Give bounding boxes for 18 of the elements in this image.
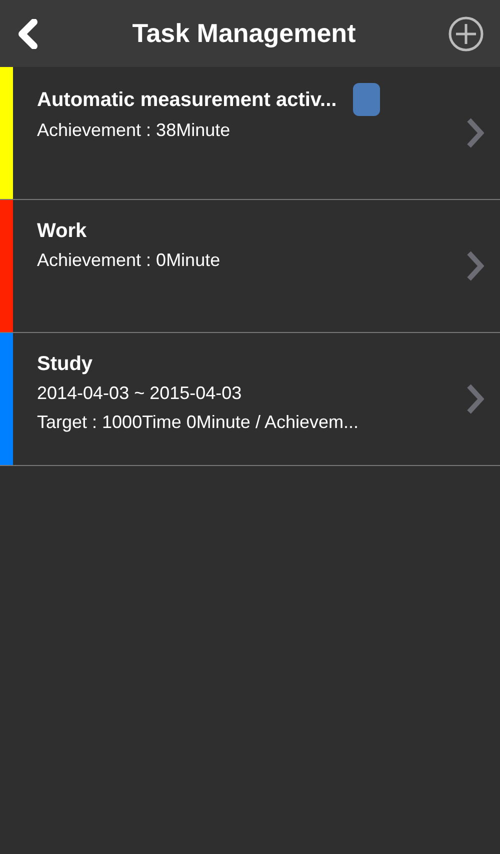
chevron-icon — [466, 117, 484, 149]
task-detail: 2014-04-03 ~ 2015-04-03 — [37, 382, 243, 405]
chevron-icon — [466, 383, 484, 415]
task-name: Work — [37, 219, 87, 244]
task-item[interactable]: Automatic measurement activ... Achievement : 38Minute — [0, 67, 500, 200]
add-icon — [448, 16, 484, 52]
task-detail: Target : 1000Time 0Minute / Achievem... — [37, 410, 360, 434]
task-name: Automatic measurement activ... — [37, 88, 337, 112]
task-name: Study — [37, 352, 93, 377]
screen-title: Task Management — [132, 17, 356, 50]
task-detail: Achievement : 0Minute — [37, 249, 222, 272]
task-item[interactable]: Study 2014-04-03 ~ 2015-04-03 Target : 1000Time 0Minute / Achievem... — [0, 333, 500, 466]
chevron-icon — [466, 250, 484, 282]
back-button[interactable] — [16, 18, 40, 48]
add-button[interactable] — [448, 16, 484, 52]
task-item[interactable]: Work Achievement : 0Minute — [0, 200, 500, 333]
back-icon — [16, 18, 40, 48]
task-detail: Achievement : 38Minute — [37, 119, 232, 142]
